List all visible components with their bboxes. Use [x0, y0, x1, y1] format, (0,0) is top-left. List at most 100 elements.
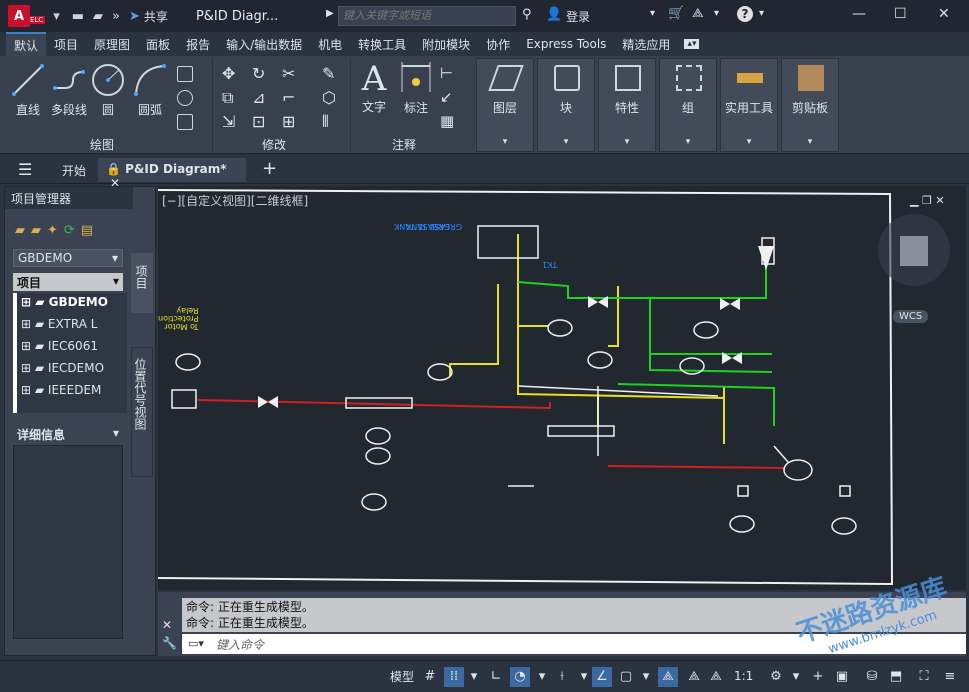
utilities-button[interactable]: 实用工具 ▾	[720, 58, 778, 152]
minimize-icon[interactable]: —	[852, 6, 866, 22]
ribbon-toggle-icon[interactable]: ▴▾	[684, 39, 700, 49]
rotate-icon[interactable]: ↻	[252, 64, 265, 83]
tree-item-extra[interactable]: ⊞ ▰ EXTRA L	[17, 315, 113, 337]
tab-featured-apps[interactable]: 精选应用	[614, 33, 678, 56]
tab-default[interactable]: 默认	[6, 31, 47, 57]
tree-item-iec[interactable]: ⊞ ▰ IEC6061	[17, 337, 113, 359]
grid-icon[interactable]: #	[420, 667, 440, 687]
trim-icon[interactable]: ✂	[282, 64, 295, 83]
autodesk-icon[interactable]: ⟁	[692, 6, 704, 21]
layers-button[interactable]: 图层 ▾	[476, 58, 534, 152]
help-icon[interactable]: ?	[737, 6, 753, 22]
wcs-badge[interactable]: WCS	[893, 310, 929, 323]
gear-icon[interactable]: ⚙	[766, 667, 786, 687]
search-input[interactable]	[338, 6, 516, 26]
side-tab-project[interactable]: 项目	[131, 253, 153, 313]
scale-selector[interactable]: 1:1	[734, 669, 753, 683]
isodraft-chevron-icon[interactable]: ▾	[574, 667, 594, 687]
tab-conversion-tools[interactable]: 转换工具	[350, 33, 414, 56]
draw-panel-label[interactable]: 绘图	[90, 136, 114, 153]
tab-project[interactable]: 项目	[46, 33, 86, 56]
snap-icon[interactable]: ⁞⁞	[444, 667, 464, 687]
clean-screen-icon[interactable]: ⬒	[886, 667, 906, 687]
array-icon[interactable]: ⊞	[282, 112, 295, 131]
plus-icon[interactable]: +	[808, 667, 828, 687]
rectangle-icon[interactable]	[177, 66, 193, 82]
properties-button[interactable]: 特性 ▾	[598, 58, 656, 152]
autodesk-chevron-icon[interactable]: ▾	[714, 8, 719, 19]
save-icon[interactable]: ▰	[93, 9, 103, 24]
title-expand-icon[interactable]: ▶	[326, 8, 334, 19]
tab-reports[interactable]: 报告	[178, 33, 218, 56]
explode-icon[interactable]: ⬡	[322, 88, 336, 107]
project-combo[interactable]: 项目 ▾	[13, 273, 123, 291]
ortho-icon[interactable]: ∟	[486, 667, 506, 687]
polar-chevron-icon[interactable]: ▾	[532, 667, 552, 687]
offset-icon[interactable]: ⫴	[322, 112, 329, 132]
tab-schematic[interactable]: 原理图	[86, 33, 138, 56]
tab-panel[interactable]: 面板	[138, 33, 178, 56]
tab-start[interactable]: 开始	[54, 158, 94, 182]
command-prompt-icon[interactable]: ▭▾	[188, 637, 204, 650]
help-chevron-icon[interactable]: ▾	[759, 8, 764, 19]
object-snap-tracking-icon[interactable]: ∠	[592, 667, 612, 687]
tree-item-gbdemo[interactable]: ⊞ ▰ GBDEMO	[17, 293, 113, 315]
object-snap-icon[interactable]: ▢	[616, 667, 636, 687]
group-button[interactable]: 组 ▾	[659, 58, 717, 152]
dimension-tool[interactable]: 标注	[398, 60, 434, 120]
new-tab-icon[interactable]: +	[262, 158, 277, 179]
tab-express-tools[interactable]: Express Tools	[518, 34, 614, 54]
tree-item-iecdemo[interactable]: ⊞ ▰ IECDEMO	[17, 359, 113, 381]
command-close-icon[interactable]: ✕	[162, 618, 172, 632]
fullscreen-icon[interactable]: ⛶	[914, 667, 934, 687]
arc-tool[interactable]: 圆弧	[132, 62, 168, 118]
tab-pid-diagram[interactable]: 🔒 P&ID Diagram* ✕	[98, 158, 246, 190]
scale-icon[interactable]: ⊡	[252, 112, 265, 131]
clipboard-button[interactable]: 剪贴板 ▾	[781, 58, 839, 152]
annotation-panel-label[interactable]: 注释	[392, 136, 416, 153]
project-toolbar-icons[interactable]: ▰▰✦⟳▤	[15, 223, 99, 238]
user-icon[interactable]: 👤	[546, 7, 562, 22]
search-icon[interactable]: ⚲	[522, 7, 532, 22]
login-button[interactable]: 登录	[566, 8, 590, 25]
annotation-visibility-icon[interactable]: ⟁	[658, 667, 678, 687]
more-tools-icon[interactable]: »	[112, 9, 120, 24]
tab-import-export[interactable]: 输入/输出数据	[218, 33, 310, 56]
line-tool[interactable]: 直线	[8, 62, 48, 118]
leader-icon[interactable]: ↙	[440, 88, 453, 106]
model-space-button[interactable]: 模型	[388, 667, 416, 686]
move-icon[interactable]: ✥	[222, 64, 235, 83]
linear-dim-icon[interactable]: ⊢	[440, 64, 453, 82]
project-dropdown[interactable]: GBDEMO ▾	[13, 249, 123, 267]
object-snap-chevron-icon[interactable]: ▾	[636, 667, 656, 687]
mirror-icon[interactable]: ⊿	[252, 88, 265, 107]
details-header[interactable]: 详细信息 ▾	[13, 425, 123, 443]
ellipse-icon[interactable]	[177, 90, 193, 106]
copy-icon[interactable]: ⧉	[222, 88, 233, 108]
app-logo[interactable]: A	[8, 5, 30, 27]
share-icon[interactable]: ➤	[129, 9, 140, 24]
cart-icon[interactable]: 🛒	[668, 6, 684, 21]
stretch-icon[interactable]: ⇲	[222, 112, 235, 131]
erase-icon[interactable]: ✎	[322, 64, 335, 83]
viewcube-face[interactable]	[900, 236, 928, 266]
isolate-icon[interactable]: ▣	[832, 667, 852, 687]
text-tool[interactable]: A 文字	[356, 60, 392, 120]
hardware-accel-icon[interactable]: ⛁	[862, 667, 882, 687]
auto-scale-icon[interactable]: ⟁	[706, 667, 726, 687]
command-customize-icon[interactable]: 🔧	[162, 636, 177, 650]
login-chevron-icon[interactable]: ▾	[650, 8, 655, 19]
open-file-icon[interactable]: ▬	[72, 9, 84, 24]
table-icon[interactable]: ▦	[440, 112, 454, 130]
gear-chevron-icon[interactable]: ▾	[786, 667, 806, 687]
circle-tool[interactable]: 圆	[90, 62, 126, 118]
tab-addins[interactable]: 附加模块	[414, 33, 478, 56]
drawing-canvas[interactable]: [−][自定义视图][二维线框] ▁ ❐ ✕ GREASE TANK GREAS…	[158, 186, 966, 590]
snap-chevron-icon[interactable]: ▾	[464, 667, 484, 687]
hamburger-icon[interactable]: ☰	[18, 160, 32, 179]
hatch-icon[interactable]	[177, 114, 193, 130]
modify-panel-label[interactable]: 修改	[262, 136, 286, 153]
polyline-tool[interactable]: 多段线	[48, 62, 90, 118]
tree-item-ieee[interactable]: ⊞ ▰ IEEEDEM	[17, 381, 113, 403]
isodraft-icon[interactable]: ⟊	[552, 667, 572, 687]
